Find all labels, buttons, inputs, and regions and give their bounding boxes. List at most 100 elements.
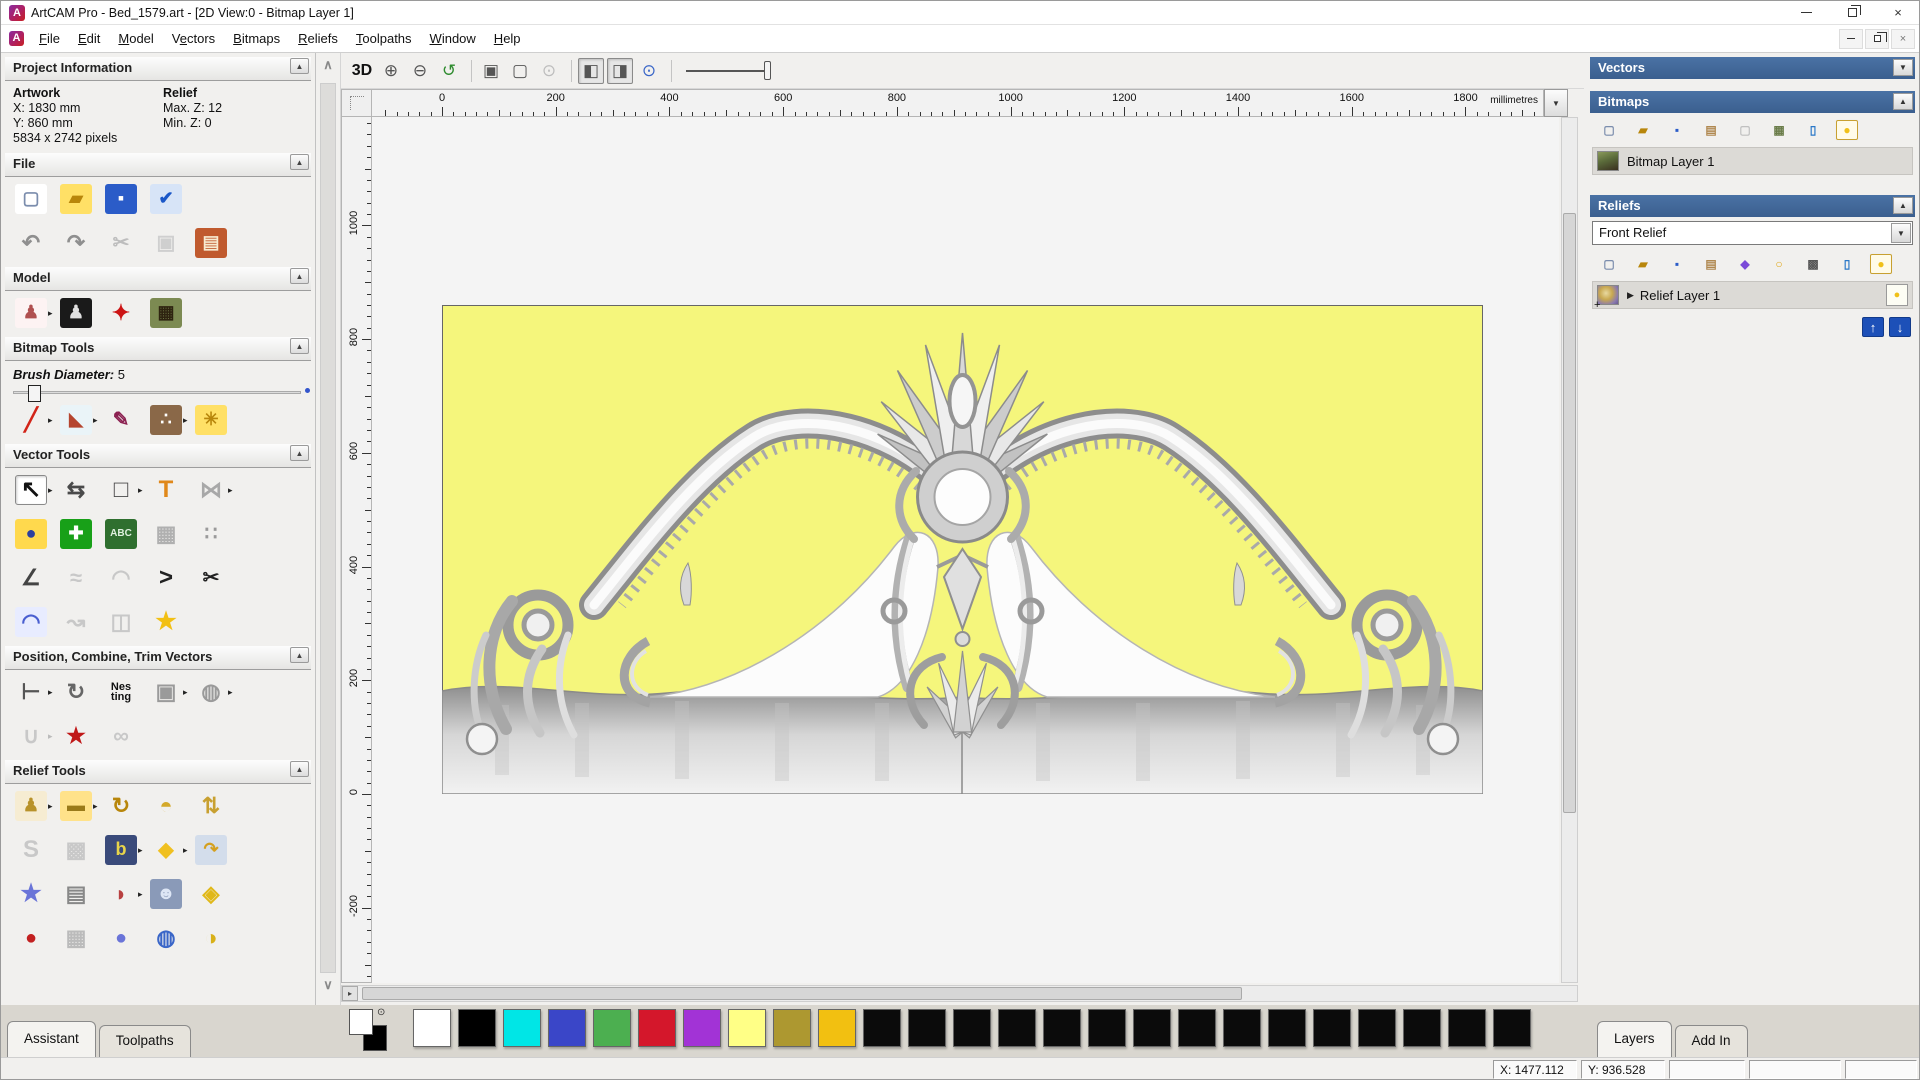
weld-vectors-tool[interactable]: ◍ ▸ — [195, 673, 239, 711]
toggle-all-bitmap-visibility-button[interactable]: ● — [1830, 119, 1864, 141]
text-on-curve-tool[interactable]: ↻ — [60, 673, 104, 711]
nesting-tool[interactable]: Nes ting — [105, 673, 149, 711]
mirror-vectors-tool[interactable]: ⋈ ▸ — [195, 471, 239, 509]
combine-vectors-tool[interactable]: ▣ ▸ — [150, 673, 194, 711]
scroll-channel[interactable] — [320, 83, 336, 973]
save-bitmap-layer-button[interactable]: ▪ — [1660, 119, 1694, 141]
create-rectangle-tool[interactable]: □ ▸ — [105, 471, 149, 509]
scroll-down-icon[interactable]: ∨ — [318, 977, 338, 999]
merge-relief-layers-button[interactable]: ▤ — [1694, 253, 1728, 275]
flyout-arrow-icon[interactable]: ▸ — [48, 731, 53, 742]
view-3d-button[interactable]: 3D — [349, 58, 375, 84]
create-polyline-tool[interactable]: ∠ — [15, 559, 59, 597]
flyout-arrow-icon[interactable]: ▸ — [138, 845, 143, 856]
collapse-section-button[interactable]: ▲ — [290, 268, 309, 284]
bitmap-layer-row[interactable]: Bitmap Layer 1 — [1592, 147, 1913, 175]
offset-vector-tool[interactable]: > — [150, 559, 194, 597]
create-text-block-tool[interactable]: ABC — [105, 515, 149, 553]
texture-relief-button[interactable]: ▦ — [150, 294, 194, 332]
flyout-arrow-icon[interactable]: ▸ — [48, 801, 53, 812]
select-vectors-tool[interactable]: ↖ ▸ — [15, 471, 59, 509]
spin-relief-button[interactable]: ↻ — [105, 787, 149, 825]
palette-swatch-16[interactable] — [1133, 1009, 1171, 1047]
dropdown-arrow-icon[interactable]: ▼ — [1891, 223, 1911, 243]
palette-swatch-3[interactable] — [548, 1009, 586, 1047]
unite-relief-layers-button[interactable]: ◈ — [195, 875, 239, 913]
flyout-arrow-icon[interactable]: ▸ — [48, 485, 53, 496]
new-relief-layer-button[interactable]: ▢ — [1592, 253, 1626, 275]
collapse-section-button[interactable]: ▲ — [290, 445, 309, 461]
weave-wizard-button[interactable]: ▩ — [60, 831, 104, 869]
palette-swatch-22[interactable] — [1403, 1009, 1441, 1047]
copy-transform-relief-button[interactable]: ↷ — [195, 831, 239, 869]
texture-sphere-button[interactable]: ◍ — [150, 919, 194, 957]
close-button[interactable]: × — [1875, 1, 1919, 24]
scroll-left-button[interactable]: ▸ — [342, 986, 358, 1001]
right-tab-add-in[interactable]: Add In — [1674, 1025, 1748, 1057]
save-relief-layer-button[interactable]: ▪ — [1660, 253, 1694, 275]
expand-layer-icon[interactable]: ▶ — [1627, 290, 1634, 301]
flyout-arrow-icon[interactable]: ▸ — [183, 845, 188, 856]
horizontal-scrollbar[interactable]: ▸ — [341, 985, 1578, 1002]
palette-swatch-8[interactable] — [773, 1009, 811, 1047]
menu-vectors[interactable]: Vectors — [163, 27, 224, 50]
menu-bitmaps[interactable]: Bitmaps — [224, 27, 289, 50]
envelope-distort-tool[interactable]: ▦ — [150, 515, 194, 553]
interlock-vectors-tool[interactable]: ∞ — [105, 717, 149, 755]
clear-bitmap-layer-button[interactable]: ▢ — [1728, 119, 1762, 141]
flyout-arrow-icon[interactable]: ▸ — [183, 415, 188, 426]
bitmap-layer-name[interactable]: Bitmap Layer 1 — [1627, 154, 1714, 169]
vectors-filter-button[interactable]: ▼ — [1893, 59, 1913, 76]
new-model-button[interactable]: ▢ — [15, 180, 59, 218]
palette-swatch-13[interactable] — [998, 1009, 1036, 1047]
zoom-slider[interactable] — [686, 58, 776, 84]
palette-swatch-6[interactable] — [683, 1009, 721, 1047]
palette-swatch-12[interactable] — [953, 1009, 991, 1047]
copy-button[interactable]: ▣ — [150, 224, 194, 262]
split-relief-button[interactable]: ◑ — [195, 919, 239, 957]
bitmap-to-layer-button[interactable]: ▦ — [1762, 119, 1796, 141]
delete-relief-layer-button[interactable]: ▯ — [1830, 253, 1864, 275]
palette-swatch-14[interactable] — [1043, 1009, 1081, 1047]
trim-vectors-tool[interactable]: ✂ — [195, 559, 239, 597]
palette-swatch-9[interactable] — [818, 1009, 856, 1047]
collapse-section-button[interactable]: ▲ — [290, 58, 309, 74]
palette-swatch-15[interactable] — [1088, 1009, 1126, 1047]
lighting-button[interactable]: ✦ — [105, 294, 149, 332]
collapse-section-button[interactable]: ▲ — [290, 154, 309, 170]
palette-swatch-23[interactable] — [1448, 1009, 1486, 1047]
flyout-arrow-icon[interactable]: ▸ — [48, 415, 53, 426]
mdi-close-button[interactable]: × — [1891, 28, 1915, 49]
create-star-tool[interactable]: ★ — [150, 603, 194, 641]
preferences-button[interactable]: ✔ — [150, 180, 194, 218]
palette-swatch-1[interactable] — [458, 1009, 496, 1047]
palette-swatch-5[interactable] — [638, 1009, 676, 1047]
zoom-in-button[interactable]: ⊕ — [378, 58, 404, 84]
toggle-all-relief-visibility-button[interactable]: ● — [1864, 253, 1898, 275]
menu-edit[interactable]: Edit — [69, 27, 109, 50]
zoom-1to1-button[interactable]: ▣ — [478, 58, 504, 84]
transform-vectors-tool[interactable]: ⇆ — [60, 471, 104, 509]
join-vectors-tool[interactable]: ∪ ▸ — [15, 717, 59, 755]
undo-button[interactable]: ↶ — [15, 224, 59, 262]
menu-file[interactable]: File — [30, 27, 69, 50]
assistant-tab-toolpaths[interactable]: Toolpaths — [98, 1025, 191, 1057]
mirror-merge-tool[interactable]: ◫ — [105, 603, 149, 641]
import-relief-button[interactable]: ◆ — [1728, 253, 1762, 275]
scroll-up-icon[interactable]: ∧ — [318, 57, 338, 79]
magic-select-button[interactable]: ✳ — [195, 401, 239, 439]
face-wizard-button[interactable]: ☻ — [150, 875, 194, 913]
palette-swatch-0[interactable] — [413, 1009, 451, 1047]
flyout-arrow-icon[interactable]: ▸ — [93, 415, 98, 426]
invert-model-button[interactable]: ♟ — [60, 294, 104, 332]
zoom-fit-button[interactable]: ▢ — [507, 58, 533, 84]
two-direction-sweep-button[interactable]: ◆ ▸ — [150, 831, 194, 869]
brush-diameter-slider[interactable] — [13, 385, 310, 402]
measure-tool[interactable]: ● — [15, 515, 59, 553]
menu-help[interactable]: Help — [485, 27, 530, 50]
colour-palette-button[interactable]: ∴ ▸ — [150, 401, 194, 439]
flyout-arrow-icon[interactable]: ▸ — [48, 308, 53, 319]
fluting-wizard-tool[interactable]: ★ — [60, 717, 104, 755]
paste-relief-button[interactable]: ● — [15, 919, 59, 957]
zoom-previous-button[interactable]: ↺ — [436, 58, 462, 84]
